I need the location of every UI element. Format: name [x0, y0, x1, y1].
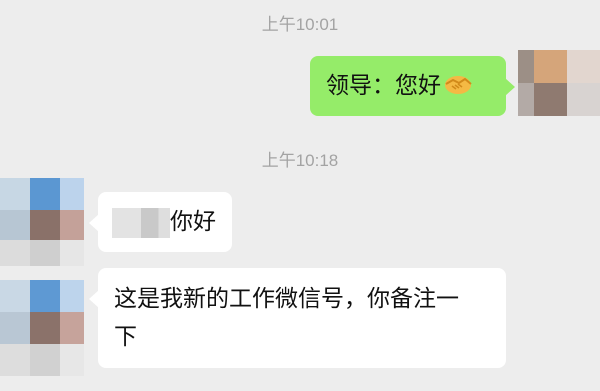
- handshake-icon: [443, 69, 473, 94]
- message-bubble-incoming[interactable]: 你好: [89, 192, 232, 252]
- avatar-self[interactable]: [518, 50, 600, 116]
- timestamp: 上午10:01: [261, 15, 339, 34]
- message-bubble-outgoing[interactable]: 领导：您好: [310, 56, 515, 116]
- redacted-text: [112, 207, 170, 238]
- message-text: 领导：您好: [326, 73, 441, 99]
- message-bubble-incoming[interactable]: 这是我新的工作微信号，你备注一 下: [89, 268, 506, 368]
- message-text: 这是我新的工作微信号，你备注一: [114, 286, 459, 312]
- message-text-continuation: 下: [114, 324, 137, 350]
- avatar-contact[interactable]: [0, 280, 84, 376]
- timestamp: 上午10:18: [261, 151, 339, 170]
- avatar-contact[interactable]: [0, 178, 84, 266]
- message-text: 你好: [170, 209, 216, 235]
